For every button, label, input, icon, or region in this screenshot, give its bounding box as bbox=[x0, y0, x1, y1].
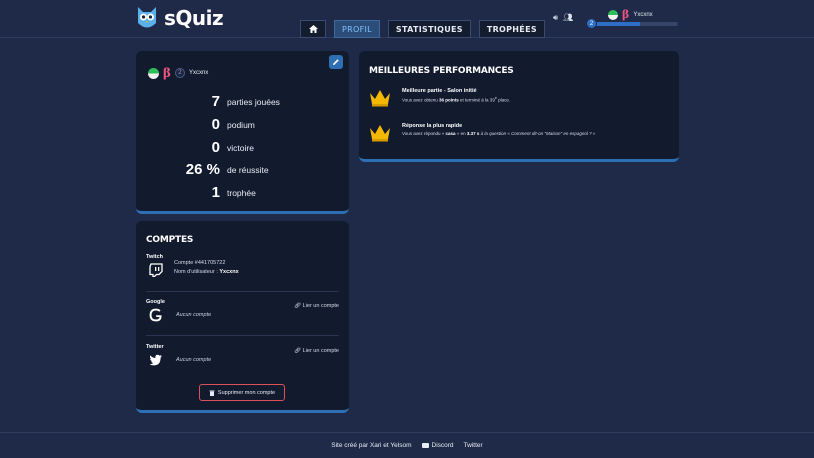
delete-account-button[interactable]: Supprimer mon compte bbox=[199, 384, 285, 401]
no-account-text: Aucun compte bbox=[176, 357, 212, 363]
tab-home[interactable] bbox=[300, 20, 326, 38]
accounts-title: COMPTES bbox=[146, 235, 194, 245]
stat-label: de réussite bbox=[227, 165, 269, 175]
stat-trophies: 1 trophée bbox=[136, 184, 349, 202]
google-icon bbox=[149, 308, 162, 322]
crown-icon bbox=[370, 90, 390, 107]
link-google-account[interactable]: 🔗︎ Lier un compte bbox=[294, 303, 339, 309]
footer-twitter-link[interactable]: Twitter bbox=[464, 442, 483, 449]
twitch-info: Compte #441705722 Nom d'utilisateur : Yx… bbox=[174, 259, 239, 277]
stat-label: victoire bbox=[227, 143, 254, 153]
stat-victories: 0 victoire bbox=[136, 139, 349, 157]
top-navbar: sQuiz PROFIL STATISTIQUES TROPHÉES 🔊︎ 👥︎… bbox=[0, 0, 814, 38]
footer-discord-link[interactable]: Discord bbox=[421, 442, 454, 449]
home-icon bbox=[308, 25, 318, 33]
crown-icon bbox=[370, 125, 390, 142]
profile-username: Yxcxnx bbox=[188, 70, 209, 76]
xp-progress-bar: 2 bbox=[586, 18, 678, 29]
stat-value: 0 bbox=[211, 116, 220, 133]
header-username: Yxcxnx bbox=[633, 11, 653, 18]
footer: Site créé par Xari et Yelsom Discord Twi… bbox=[0, 432, 814, 458]
stat-podium: 0 podium bbox=[136, 116, 349, 134]
beta-badge: β bbox=[163, 66, 171, 80]
edit-profile-button[interactable] bbox=[329, 55, 343, 69]
logo-text: sQuiz bbox=[164, 6, 224, 30]
twitch-username-line: Nom d'utilisateur : Yxcxnx bbox=[174, 269, 239, 275]
link-icon: 🔗︎ bbox=[294, 303, 302, 309]
owl-logo-icon bbox=[138, 7, 156, 28]
delete-account-label: Supprimer mon compte bbox=[217, 389, 276, 396]
footer-links: Site créé par Xari et Yelsom Discord Twi… bbox=[0, 442, 814, 449]
twitch-icon bbox=[149, 263, 163, 277]
volume-icon[interactable]: 🔊︎ bbox=[553, 13, 558, 23]
footer-credit: Site créé par Xari et Yelsom bbox=[331, 442, 412, 449]
main-tabs: PROFIL STATISTIQUES TROPHÉES bbox=[300, 20, 545, 38]
level-badge: 2 bbox=[174, 68, 185, 78]
discord-icon bbox=[421, 443, 429, 448]
trash-icon bbox=[209, 390, 215, 396]
profile-stats-card: β 2 Yxcxnx 7 parties jouées 0 podium 0 v… bbox=[136, 51, 349, 214]
divider bbox=[146, 291, 339, 292]
performance-title: Réponse la plus rapide bbox=[402, 123, 463, 129]
performance-desc: Vous avez répondu « casa » en 3.37 s à l… bbox=[402, 131, 596, 136]
profile-user: β 2 Yxcxnx bbox=[148, 66, 208, 80]
stat-label: podium bbox=[227, 120, 255, 130]
stat-label: trophée bbox=[227, 188, 256, 198]
stat-value: 0 bbox=[211, 139, 220, 156]
xp-fill bbox=[594, 22, 641, 26]
friends-icon[interactable]: 👥︎ bbox=[563, 13, 573, 23]
level-badge: 2 bbox=[586, 18, 597, 29]
no-account-text: Aucun compte bbox=[176, 312, 212, 318]
pencil-icon bbox=[333, 59, 339, 65]
divider bbox=[146, 335, 339, 336]
stat-success-rate: 26 % de réussite bbox=[136, 161, 349, 179]
link-twitter-account[interactable]: 🔗︎ Lier un compte bbox=[294, 348, 339, 354]
performance-desc: Vous avez obtenu 36 points et terminé à … bbox=[402, 96, 511, 103]
stat-value: 26 % bbox=[185, 161, 220, 178]
performance-best-game: Meilleure partie - Salon initié Vous ave… bbox=[369, 87, 669, 111]
best-performances-card: MEILLEURES PERFORMANCES Meilleure partie… bbox=[359, 51, 679, 162]
account-google: Google Aucun compte 🔗︎ Lier un compte bbox=[146, 299, 339, 327]
performance-fastest-answer: Réponse la plus rapide Vous avez répondu… bbox=[369, 122, 669, 146]
twitter-icon bbox=[149, 354, 162, 366]
performance-title: Meilleure partie - Salon initié bbox=[402, 88, 477, 94]
tab-profil[interactable]: PROFIL bbox=[334, 20, 380, 38]
stat-games-played: 7 parties jouées bbox=[136, 93, 349, 111]
link-icon: 🔗︎ bbox=[294, 348, 302, 354]
tab-statistiques[interactable]: STATISTIQUES bbox=[387, 20, 471, 38]
performances-title: MEILLEURES PERFORMANCES bbox=[369, 66, 514, 76]
country-flag-icon bbox=[608, 9, 618, 20]
xp-track bbox=[594, 22, 678, 26]
stat-value: 7 bbox=[211, 93, 220, 110]
country-flag-icon bbox=[148, 67, 159, 79]
top-icons: 🔊︎ 👥︎ bbox=[553, 13, 573, 23]
twitch-account-id: Compte #441705722 bbox=[174, 260, 226, 266]
stat-value: 1 bbox=[211, 184, 220, 201]
account-twitch: Twitch Compte #441705722 Nom d'utilisate… bbox=[146, 254, 339, 284]
stat-label: parties jouées bbox=[227, 97, 280, 107]
accounts-card: COMPTES Twitch Compte #441705722 Nom d'u… bbox=[136, 221, 349, 413]
logo[interactable]: sQuiz bbox=[136, 5, 224, 31]
account-twitter: Twitter Aucun compte 🔗︎ Lier un compte bbox=[146, 344, 339, 372]
tab-trophees[interactable]: TROPHÉES bbox=[478, 20, 545, 38]
